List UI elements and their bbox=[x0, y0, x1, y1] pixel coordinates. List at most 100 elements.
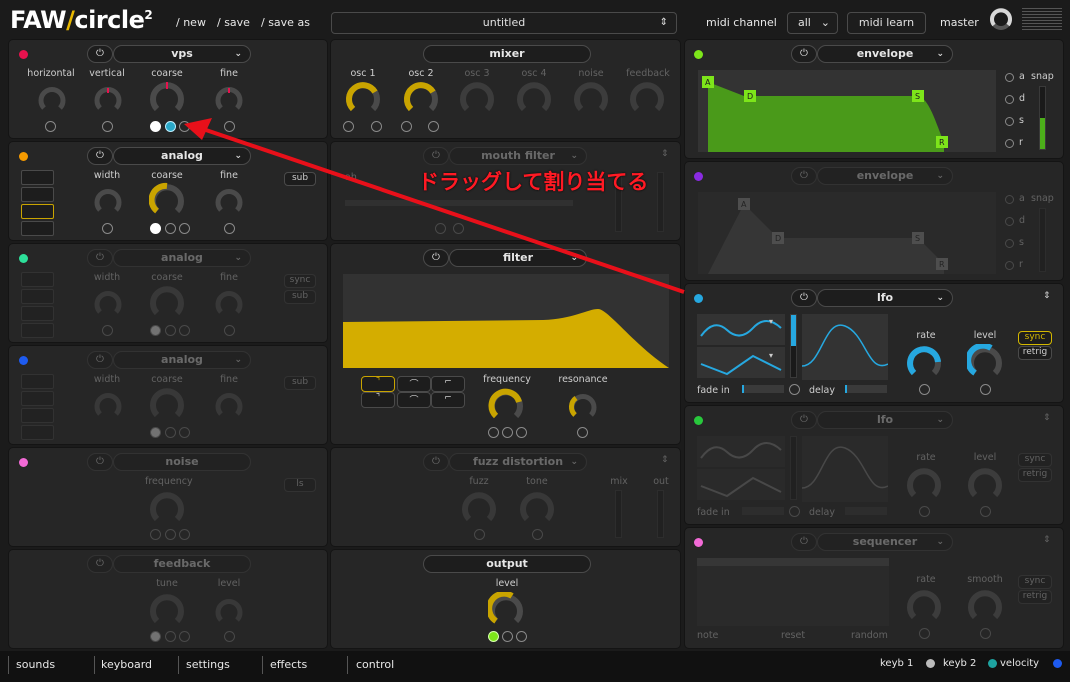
rate-knob[interactable] bbox=[906, 466, 942, 502]
mod-socket[interactable] bbox=[224, 631, 235, 642]
keyb1-dot[interactable] bbox=[926, 659, 935, 668]
mod-socket[interactable] bbox=[1005, 261, 1014, 270]
envelope1-display[interactable]: A D S R bbox=[698, 70, 996, 152]
mod-socket[interactable] bbox=[150, 631, 161, 642]
updown-icon[interactable]: ⇕ bbox=[661, 455, 669, 465]
sync-button[interactable]: sync bbox=[1018, 331, 1052, 345]
mod-socket[interactable] bbox=[224, 121, 235, 132]
sub-button[interactable]: sub bbox=[284, 172, 316, 186]
mod-socket[interactable] bbox=[224, 325, 235, 336]
feedback-level-knob[interactable] bbox=[629, 80, 665, 116]
mod-socket[interactable] bbox=[179, 223, 190, 234]
tune-knob[interactable] bbox=[149, 592, 185, 628]
mod-socket-active[interactable] bbox=[165, 121, 176, 132]
power-icon[interactable]: ⏻ bbox=[791, 533, 817, 551]
fine-knob[interactable] bbox=[214, 84, 244, 114]
power-icon[interactable]: ⏻ bbox=[423, 453, 449, 471]
mod-socket[interactable] bbox=[919, 506, 930, 517]
wave-square-button[interactable] bbox=[21, 306, 54, 321]
power-icon[interactable]: ⏻ bbox=[791, 411, 817, 429]
mod-socket[interactable] bbox=[435, 223, 446, 234]
tab-effects[interactable]: effects bbox=[270, 658, 307, 671]
filter-highpass-button[interactable]: ⌐ bbox=[431, 376, 465, 392]
mod-socket-active[interactable] bbox=[488, 631, 499, 642]
mod-socket[interactable] bbox=[165, 631, 176, 642]
filter-bandpass-button[interactable]: ⌒ bbox=[397, 376, 431, 392]
save-as-button[interactable]: / save as bbox=[261, 16, 310, 29]
mod-socket[interactable] bbox=[401, 121, 412, 132]
keyb2-dot[interactable] bbox=[988, 659, 997, 668]
filter-response-display[interactable] bbox=[343, 274, 669, 368]
mod-socket[interactable] bbox=[980, 384, 991, 395]
mod-socket[interactable] bbox=[102, 325, 113, 336]
power-icon[interactable]: ⏻ bbox=[87, 147, 113, 165]
out-slider[interactable] bbox=[657, 490, 664, 538]
filter-highpass2-button[interactable]: ⌐ bbox=[431, 392, 465, 408]
mod-socket[interactable] bbox=[789, 506, 800, 517]
wave-sine-button[interactable] bbox=[21, 374, 54, 389]
power-icon[interactable]: ⏻ bbox=[87, 555, 113, 573]
delay-slider[interactable] bbox=[845, 507, 887, 515]
osc3-level-knob[interactable] bbox=[459, 80, 495, 116]
lfo1-wave-select[interactable]: ▾ ▾ bbox=[697, 314, 785, 378]
mod-socket[interactable] bbox=[577, 427, 588, 438]
tab-control[interactable]: control bbox=[356, 658, 394, 671]
mod-socket[interactable] bbox=[150, 223, 161, 234]
fine-knob[interactable] bbox=[214, 288, 244, 318]
tone-knob[interactable] bbox=[519, 490, 555, 526]
level-knob[interactable] bbox=[214, 596, 244, 626]
coarse-knob[interactable] bbox=[149, 284, 185, 320]
mod-socket[interactable] bbox=[150, 529, 161, 540]
power-icon[interactable]: ⏻ bbox=[87, 351, 113, 369]
mod-socket[interactable] bbox=[1005, 117, 1014, 126]
mod-socket[interactable] bbox=[1005, 73, 1014, 82]
mod-socket[interactable] bbox=[179, 529, 190, 540]
updown-icon[interactable]: ⇕ bbox=[661, 149, 669, 159]
wave-saw-button[interactable] bbox=[21, 187, 54, 202]
mod-socket[interactable] bbox=[179, 121, 190, 132]
sub-button[interactable]: sub bbox=[284, 290, 316, 304]
mod-socket[interactable] bbox=[1005, 139, 1014, 148]
mod-socket[interactable] bbox=[224, 223, 235, 234]
delay-slider[interactable] bbox=[845, 385, 887, 393]
retrig-button[interactable]: retrig bbox=[1018, 590, 1052, 604]
osc1-level-knob[interactable] bbox=[345, 80, 381, 116]
coarse-knob[interactable] bbox=[149, 182, 185, 218]
osc3-type[interactable]: analog ⌄ bbox=[113, 249, 251, 267]
mod-socket[interactable] bbox=[45, 121, 56, 132]
mod-socket[interactable] bbox=[371, 121, 382, 132]
mod-socket[interactable] bbox=[343, 121, 354, 132]
vowel-slider[interactable] bbox=[345, 200, 573, 206]
rate-knob[interactable] bbox=[906, 588, 942, 624]
mod-socket[interactable] bbox=[453, 223, 464, 234]
filter-lowpass2-button[interactable]: ⌝ bbox=[361, 392, 395, 408]
horizontal-knob[interactable] bbox=[37, 84, 67, 114]
filter-type[interactable]: filter ⌄ bbox=[449, 249, 587, 267]
mod-socket[interactable] bbox=[179, 325, 190, 336]
mod-socket[interactable] bbox=[1005, 195, 1014, 204]
mod-socket[interactable] bbox=[150, 325, 161, 336]
fine-knob[interactable] bbox=[214, 186, 244, 216]
updown-icon[interactable]: ⇕ bbox=[1043, 535, 1051, 545]
mod-socket[interactable] bbox=[488, 427, 499, 438]
osc4-type[interactable]: analog ⌄ bbox=[113, 351, 251, 369]
width-knob[interactable] bbox=[93, 390, 123, 420]
sync-button[interactable]: sync bbox=[1018, 575, 1052, 589]
mod-socket[interactable] bbox=[516, 427, 527, 438]
width-knob[interactable] bbox=[93, 288, 123, 318]
level-knob[interactable] bbox=[967, 466, 1003, 502]
power-icon[interactable]: ⏻ bbox=[791, 45, 817, 63]
ls-button[interactable]: ls bbox=[284, 478, 316, 492]
retrig-button[interactable]: retrig bbox=[1018, 468, 1052, 482]
save-button[interactable]: / save bbox=[217, 16, 250, 29]
sync-button[interactable]: sync bbox=[1018, 453, 1052, 467]
power-icon[interactable]: ⏻ bbox=[87, 45, 113, 63]
mod-socket[interactable] bbox=[428, 121, 439, 132]
wave-triangle-button[interactable] bbox=[21, 425, 54, 440]
preset-selector[interactable]: untitled ⇕ bbox=[331, 12, 677, 34]
mod-socket[interactable] bbox=[1005, 95, 1014, 104]
power-icon[interactable]: ⏻ bbox=[791, 167, 817, 185]
vowel-select[interactable]: ah bbox=[345, 172, 357, 183]
mod-socket[interactable] bbox=[980, 506, 991, 517]
output-level-knob[interactable] bbox=[488, 592, 524, 628]
